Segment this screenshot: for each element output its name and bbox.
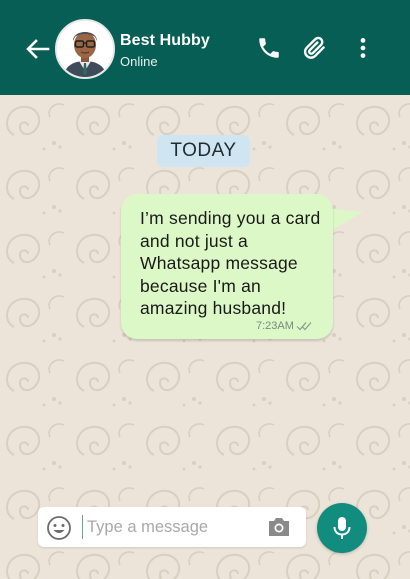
date-chip: TODAY (157, 135, 250, 167)
more-options-icon[interactable] (350, 35, 376, 61)
message-meta: 7:23AM (256, 320, 312, 332)
phone-icon[interactable] (256, 35, 282, 61)
camera-icon[interactable] (266, 515, 292, 539)
contact-info[interactable]: Best Hubby Online (120, 32, 210, 69)
message-input[interactable] (82, 515, 257, 539)
microphone-button[interactable] (317, 503, 367, 553)
message-text: I’m sending you a card and not just a Wh… (140, 208, 321, 318)
paperclip-icon[interactable] (302, 35, 328, 61)
back-arrow-icon[interactable] (24, 36, 50, 62)
double-check-icon (296, 322, 312, 331)
husband-portrait-icon (57, 21, 113, 77)
microphone-icon (333, 517, 351, 539)
contact-name: Best Hubby (120, 32, 210, 49)
chat-header: Best Hubby Online (0, 0, 410, 95)
message-time: 7:23AM (256, 320, 294, 332)
contact-status: Online (120, 54, 158, 69)
avatar[interactable] (55, 19, 115, 79)
emoji-icon[interactable] (46, 515, 72, 541)
